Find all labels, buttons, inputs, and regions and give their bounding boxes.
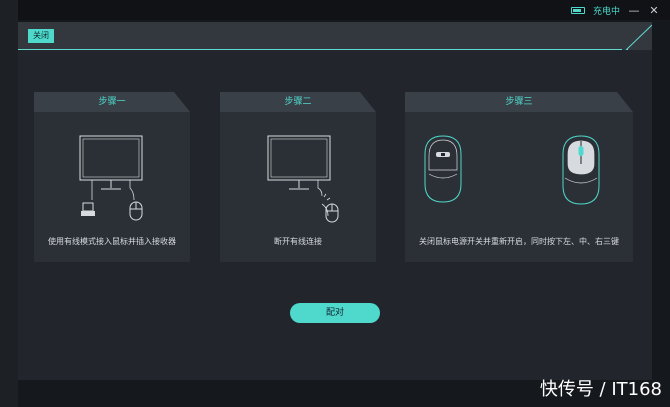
step-title-1: 步骤一 (34, 92, 190, 112)
mouse-top-icon (562, 135, 600, 205)
minimize-icon[interactable]: — (628, 4, 640, 17)
dialog-header (18, 22, 652, 50)
watermark: 快传号 / IT168 (539, 379, 662, 400)
pairing-dialog: 关闭 步骤一 使用有线模式接入鼠标并插入接收器 步骤二 断开有线连接 步骤三 关… (18, 22, 652, 380)
step-card-1: 步骤一 使用有线模式接入鼠标并插入接收器 (34, 92, 190, 262)
step-text-2: 断开有线连接 (274, 237, 322, 246)
mouse-bottom-icon (424, 135, 462, 203)
header-corner (622, 22, 652, 50)
window-titlebar (0, 0, 670, 20)
step-text-1: 使用有线模式接入鼠标并插入接收器 (48, 237, 176, 246)
mouse-icon (129, 201, 143, 221)
card-notch (174, 92, 190, 112)
pair-button[interactable]: 配对 (290, 303, 380, 323)
card-notch (617, 92, 633, 112)
card-notch (360, 92, 376, 112)
mouse-icon (325, 203, 339, 223)
step-text-3: 关闭鼠标电源开关并重新开启，同时按下左、中、右三键 (419, 237, 619, 246)
step-card-2: 步骤二 断开有线连接 (220, 92, 376, 262)
step-title-3: 步骤三 (405, 92, 633, 112)
battery-icon (570, 6, 585, 14)
charging-status: 充电中 (592, 6, 620, 17)
close-window-icon[interactable]: ✕ (648, 4, 660, 17)
step-title-2: 步骤二 (220, 92, 376, 112)
status-bar: 充电中 — ✕ (570, 2, 660, 18)
header-accent-line (18, 49, 628, 50)
left-backdrop (0, 0, 18, 407)
close-button[interactable]: 关闭 (28, 29, 54, 43)
usb-receiver-icon (81, 202, 95, 216)
step-card-3: 步骤三 关闭鼠标电源开关并重新开启，同时按下左、中、右三键 (405, 92, 633, 262)
